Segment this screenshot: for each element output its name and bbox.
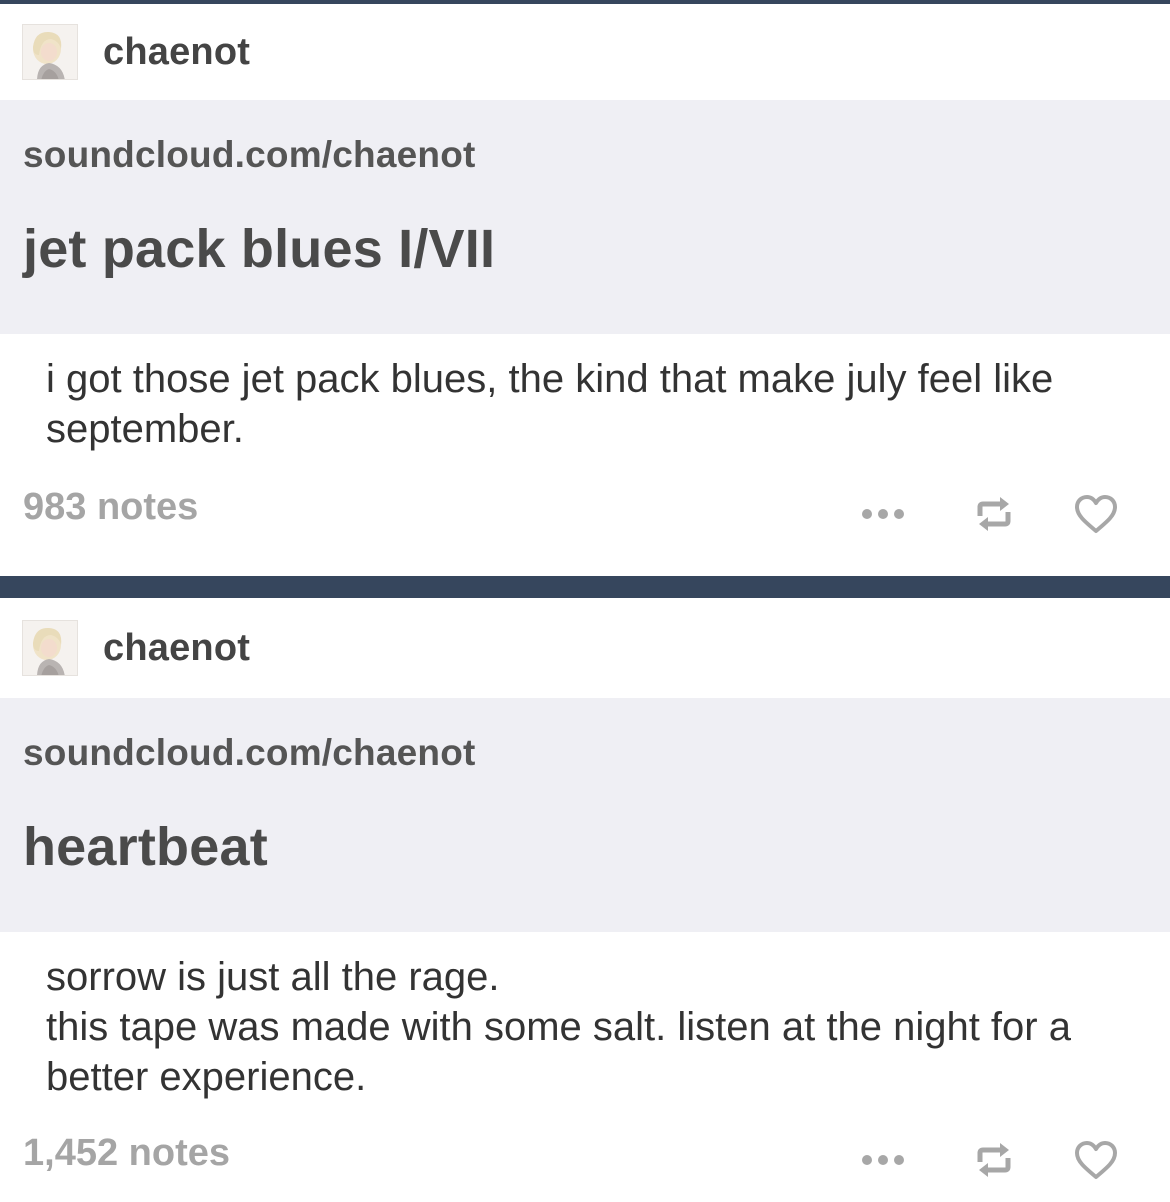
notes-count[interactable]: 1,452 notes <box>23 1132 230 1175</box>
post-actions <box>860 1140 1118 1180</box>
post-2: chaenot soundcloud.com/chaenot heartbeat… <box>0 598 1170 1202</box>
avatar-image <box>23 621 77 675</box>
heart-icon[interactable] <box>1074 1140 1118 1180</box>
link-title: jet pack blues I/VII <box>23 219 496 279</box>
avatar[interactable] <box>22 620 78 676</box>
reblog-icon[interactable] <box>974 1142 1014 1178</box>
post-header: chaenot <box>0 598 1170 698</box>
link-title: heartbeat <box>23 817 268 877</box>
avatar-image <box>23 25 77 79</box>
username[interactable]: chaenot <box>103 31 250 74</box>
heart-icon[interactable] <box>1074 494 1118 534</box>
caption-line: this tape was made with some salt. liste… <box>46 1005 1071 1099</box>
link-block[interactable]: soundcloud.com/chaenot jet pack blues I/… <box>0 100 1170 334</box>
caption-text: i got those jet pack blues, the kind tha… <box>46 357 1054 451</box>
post-caption: sorrow is just all the rage. this tape w… <box>0 932 1170 1132</box>
link-url: soundcloud.com/chaenot <box>23 732 476 773</box>
link-url: soundcloud.com/chaenot <box>23 134 476 175</box>
link-block[interactable]: soundcloud.com/chaenot heartbeat <box>0 698 1170 932</box>
post-footer: 1,452 notes <box>0 1132 1170 1202</box>
reblog-icon[interactable] <box>974 496 1014 532</box>
post-actions <box>860 494 1118 534</box>
notes-count[interactable]: 983 notes <box>23 486 198 529</box>
more-icon[interactable] <box>860 507 906 521</box>
post-divider <box>0 576 1170 598</box>
more-icon[interactable] <box>860 1153 906 1167</box>
username[interactable]: chaenot <box>103 627 250 670</box>
post-footer: 983 notes <box>0 484 1170 576</box>
caption-line: sorrow is just all the rage. <box>46 955 500 999</box>
post-header: chaenot <box>0 4 1170 100</box>
post-1: chaenot soundcloud.com/chaenot jet pack … <box>0 4 1170 576</box>
post-caption: i got those jet pack blues, the kind tha… <box>0 334 1170 484</box>
avatar[interactable] <box>22 24 78 80</box>
